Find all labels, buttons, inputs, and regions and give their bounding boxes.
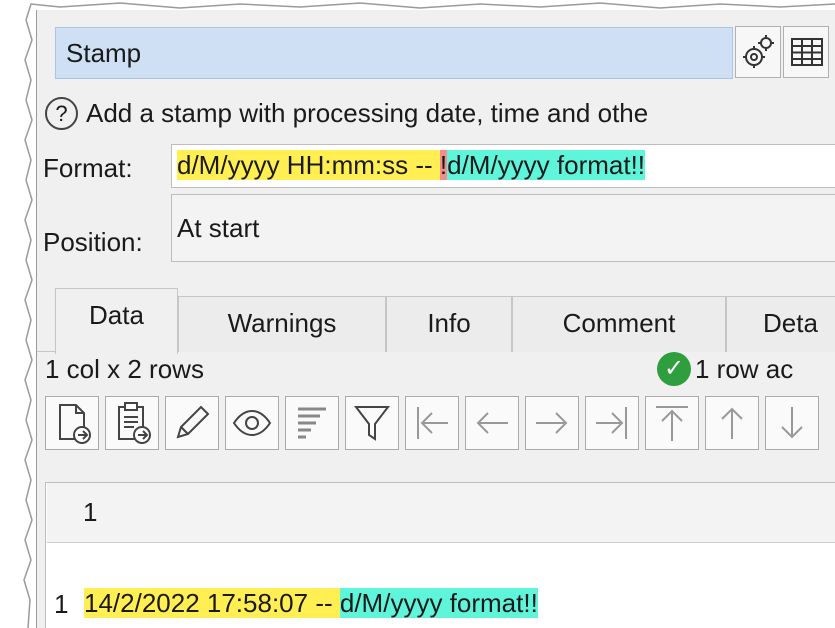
go-first-column-icon bbox=[417, 407, 448, 439]
go-left-button[interactable] bbox=[465, 396, 519, 450]
go-last-column-icon bbox=[596, 407, 627, 439]
format-segment-stamp: d/M/yyyy HH:mm:ss -- bbox=[177, 150, 440, 180]
cell-segment-literal: d/M/yyyy format!! bbox=[339, 588, 538, 618]
edit-pencil-icon bbox=[176, 405, 210, 439]
tab-warnings[interactable]: Warnings bbox=[178, 296, 386, 352]
sort-button[interactable] bbox=[285, 396, 339, 450]
tab-comment[interactable]: Comment bbox=[512, 296, 726, 352]
column-header-row: 1 bbox=[47, 483, 835, 543]
column-header-1[interactable]: 1 bbox=[83, 483, 97, 541]
go-last-column-button[interactable] bbox=[585, 396, 639, 450]
tab-bar: Data Warnings Info Comment Deta bbox=[37, 288, 835, 354]
go-top-button[interactable] bbox=[645, 396, 699, 450]
go-up-button[interactable] bbox=[705, 396, 759, 450]
table-icon bbox=[791, 38, 823, 66]
format-input[interactable]: d/M/yyyy HH:mm:ss -- !d/M/yyyy format!! bbox=[171, 144, 835, 188]
add-file-button[interactable] bbox=[45, 396, 99, 450]
eye-icon bbox=[232, 409, 272, 437]
go-down-icon bbox=[781, 407, 803, 439]
paste-icon bbox=[118, 402, 151, 444]
check-circle-icon: ✓ bbox=[657, 352, 691, 387]
position-label: Position: bbox=[43, 227, 143, 257]
go-top-icon bbox=[656, 406, 688, 441]
data-grid[interactable]: 1 1 14/2/2022 17:58:07 -- d/M/yyyy forma… bbox=[45, 482, 835, 628]
gears-icon bbox=[743, 35, 774, 68]
filter-button[interactable] bbox=[345, 396, 399, 450]
filter-icon bbox=[353, 406, 391, 441]
edit-button[interactable] bbox=[165, 396, 219, 450]
go-up-icon bbox=[721, 407, 743, 439]
stamp-panel: Stamp ? Add a stamp with processing date,… bbox=[36, 10, 835, 628]
panel-title: Stamp bbox=[55, 27, 733, 79]
go-down-button[interactable] bbox=[765, 396, 819, 450]
go-left-icon bbox=[476, 412, 508, 434]
go-first-column-button[interactable] bbox=[405, 396, 459, 450]
format-segment-literal: d/M/yyyy format!! bbox=[447, 150, 646, 180]
tab-data[interactable]: Data bbox=[55, 288, 178, 354]
paste-file-button[interactable] bbox=[105, 396, 159, 450]
help-text: Add a stamp with processing date, time a… bbox=[86, 98, 649, 128]
position-value: At start bbox=[177, 213, 260, 243]
settings-button[interactable] bbox=[735, 26, 781, 78]
position-dropdown[interactable]: At start bbox=[171, 194, 835, 262]
table-cell[interactable]: 14/2/2022 17:58:07 -- d/M/yyyy format!! bbox=[84, 580, 538, 626]
tab-info[interactable]: Info bbox=[386, 296, 512, 352]
tab-details[interactable]: Deta bbox=[726, 296, 835, 352]
view-button[interactable] bbox=[225, 396, 279, 450]
help-description: ? Add a stamp with processing date, time … bbox=[45, 90, 648, 136]
go-right-button[interactable] bbox=[525, 396, 579, 450]
go-right-icon bbox=[536, 412, 568, 434]
add-file-icon bbox=[59, 404, 91, 444]
question-circle-icon: ? bbox=[45, 96, 78, 130]
table-view-button[interactable] bbox=[783, 26, 829, 78]
sort-lines-icon bbox=[298, 407, 326, 439]
row-number[interactable]: 1 bbox=[54, 579, 68, 628]
format-label: Format: bbox=[43, 153, 133, 183]
rows-active-text: 1 row ac bbox=[695, 354, 794, 384]
cell-segment-stamp: 14/2/2022 17:58:07 -- bbox=[84, 588, 340, 618]
rows-active-status: ✓ 1 row ac bbox=[657, 346, 793, 392]
